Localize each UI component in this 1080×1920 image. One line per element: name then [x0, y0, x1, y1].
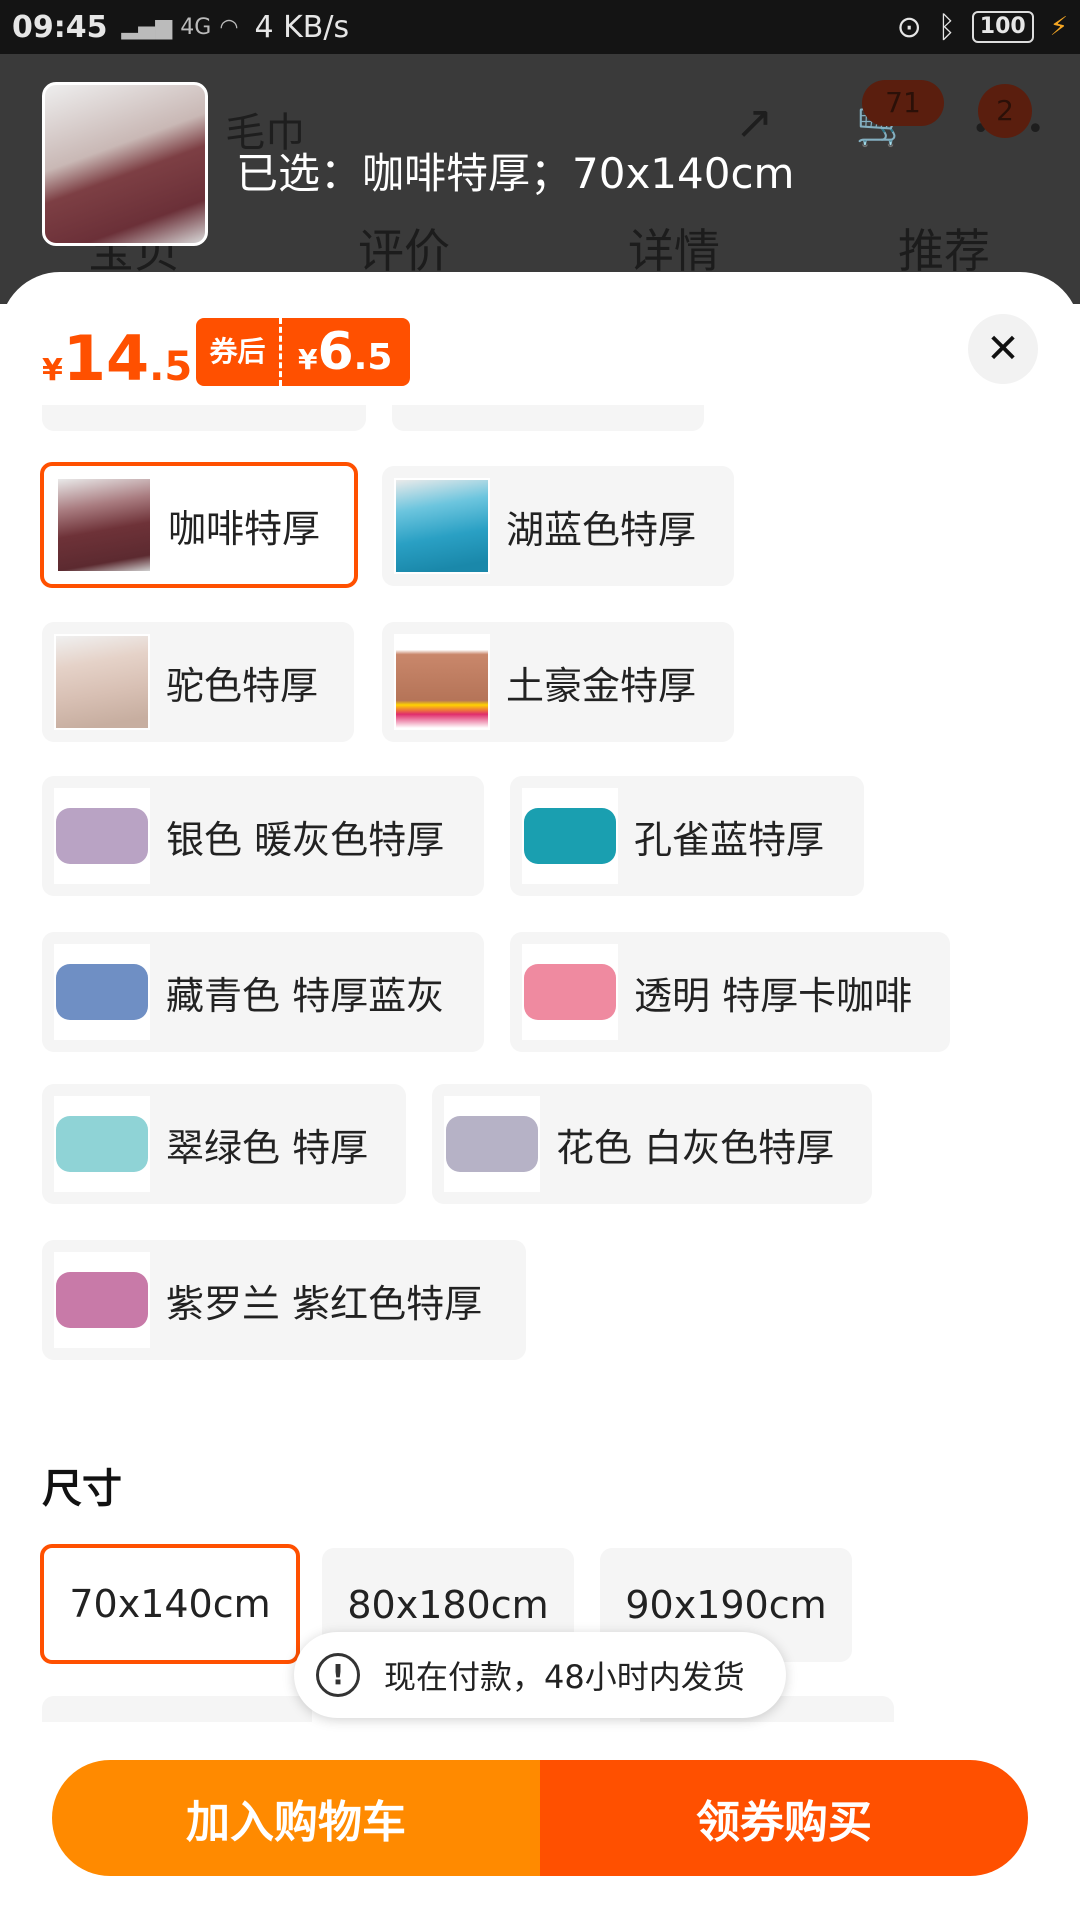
lock-rotation-icon: ⊙: [896, 9, 922, 45]
coupon-price-badge: 券后 ¥6.5: [196, 318, 410, 386]
action-bar: 加入购物车 领券购买: [52, 1760, 1028, 1876]
navy-towel-image: [56, 964, 148, 1020]
option-label: 翠绿色 特厚: [166, 1125, 369, 1170]
color-option-peacock-blue[interactable]: 孔雀蓝特厚: [510, 776, 864, 896]
battery-level: 100: [971, 11, 1034, 43]
color-option-silver[interactable]: 银色 暖灰色特厚: [42, 776, 484, 896]
color-option-floral[interactable]: 花色 白灰色特厚: [432, 1084, 872, 1204]
option-label: 湖蓝色特厚: [506, 507, 697, 552]
coupon-tag: 券后: [196, 318, 282, 386]
gold-towel-image: [396, 636, 488, 728]
floral-towel-image: [446, 1116, 538, 1172]
buy-with-coupon-button[interactable]: 领券购买: [540, 1760, 1028, 1876]
lake-blue-blanket-image: [396, 480, 488, 572]
peacock-blue-towel-image: [524, 808, 616, 864]
toast-message: 现在付款，48小时内发货: [384, 1658, 745, 1696]
option-image: [522, 944, 618, 1040]
emerald-towel-image: [56, 1116, 148, 1172]
selected-summary: 已选：咖啡特厚；70x140cm: [236, 149, 795, 198]
wifi-icon: ◠: [219, 14, 239, 40]
option-image: [56, 477, 152, 573]
color-option-camel[interactable]: 驼色特厚: [42, 622, 354, 742]
option-label: 咖啡特厚: [168, 506, 321, 551]
color-option-lake-blue[interactable]: 湖蓝色特厚: [382, 466, 734, 586]
color-option-gold[interactable]: 土豪金特厚: [382, 622, 734, 742]
option-label: 透明 特厚卡咖啡: [634, 973, 913, 1018]
pink-towel-image: [524, 964, 616, 1020]
option-image: [54, 634, 150, 730]
network-speed: 4 KB/s: [254, 9, 350, 45]
option-partial[interactable]: [42, 405, 366, 431]
color-option-coffee[interactable]: 咖啡特厚: [40, 462, 358, 588]
network-type: 4G: [180, 14, 212, 40]
size-option-70x140[interactable]: 70x140cm: [40, 1544, 300, 1664]
status-bar: 09:45 ▂▄▆ 4G ◠ 4 KB/s ⊙ ᛒ 100 ⚡: [0, 0, 1080, 54]
option-image: [394, 634, 490, 730]
option-image: [522, 788, 618, 884]
option-label: 花色 白灰色特厚: [556, 1125, 835, 1170]
option-partial[interactable]: [392, 405, 704, 431]
violet-towel-image: [56, 1272, 148, 1328]
option-image: [54, 1252, 150, 1348]
option-label: 驼色特厚: [166, 663, 319, 708]
close-button[interactable]: ✕: [968, 314, 1038, 384]
camel-blanket-image: [56, 636, 148, 728]
color-option-emerald[interactable]: 翠绿色 特厚: [42, 1084, 406, 1204]
cart-badge: 71: [862, 80, 944, 126]
option-label: 孔雀蓝特厚: [634, 817, 825, 862]
option-label: 藏青色 特厚蓝灰: [166, 973, 445, 1018]
silver-towel-image: [56, 808, 148, 864]
option-label: 紫罗兰 紫红色特厚: [166, 1281, 483, 1326]
option-image: [54, 788, 150, 884]
add-to-cart-button[interactable]: 加入购物车: [52, 1760, 540, 1876]
color-option-navy[interactable]: 藏青色 特厚蓝灰: [42, 932, 484, 1052]
color-option-transparent[interactable]: 透明 特厚卡咖啡: [510, 932, 950, 1052]
option-image: [54, 1096, 150, 1192]
price: ¥14.5: [42, 322, 193, 395]
option-image: [54, 944, 150, 1040]
coffee-blanket-image: [58, 479, 150, 571]
coupon-price: ¥6.5: [298, 322, 393, 382]
size-option-partial[interactable]: [42, 1696, 312, 1722]
option-label: 银色 暖灰色特厚: [166, 817, 445, 862]
product-thumbnail[interactable]: [42, 82, 208, 246]
message-badge: 2: [978, 84, 1032, 138]
status-time: 09:45: [12, 9, 108, 45]
size-section-title: 尺寸: [42, 1466, 122, 1512]
info-icon: !: [316, 1653, 360, 1697]
color-option-violet[interactable]: 紫罗兰 紫红色特厚: [42, 1240, 526, 1360]
bluetooth-icon: ᛒ: [937, 9, 956, 45]
option-image: [394, 478, 490, 574]
shipping-toast: ! 现在付款，48小时内发货: [294, 1632, 786, 1718]
signal-icon: ▂▄▆: [121, 14, 173, 40]
option-label: 土豪金特厚: [506, 663, 697, 708]
charging-icon: ⚡: [1049, 12, 1068, 42]
option-image: [444, 1096, 540, 1192]
